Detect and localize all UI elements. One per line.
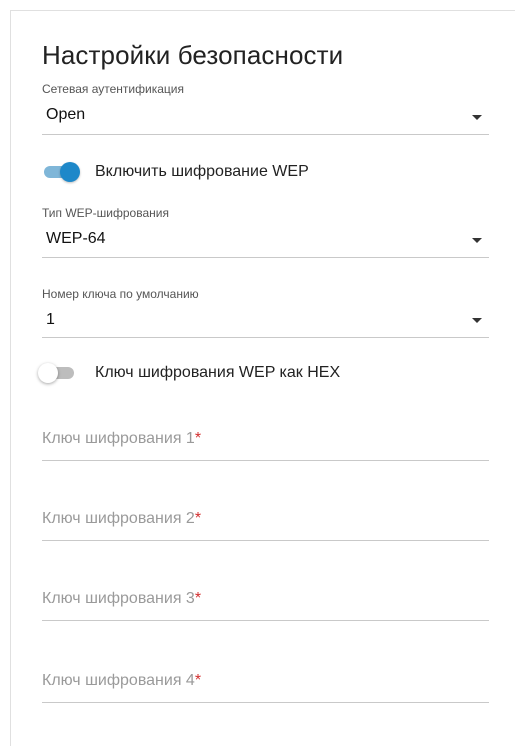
wep-hex-toggle[interactable]: Ключ шифрования WEP как HEX: [38, 361, 378, 385]
wep-type-value: WEP-64: [46, 230, 106, 247]
key-3-input[interactable]: Ключ шифрования 3*: [42, 590, 489, 620]
toggle-knob: [38, 363, 58, 383]
key-4-input[interactable]: Ключ шифрования 4*: [42, 672, 489, 702]
chevron-down-icon: [472, 238, 482, 243]
wep-hex-label: Ключ шифрования WEP как HEX: [95, 364, 341, 381]
required-mark: *: [194, 430, 202, 447]
default-key-underline: [42, 337, 489, 338]
chevron-down-icon: [472, 318, 482, 323]
auth-label: Сетевая аутентификация: [42, 82, 184, 96]
key-2-underline: [42, 540, 489, 541]
toggle-knob: [60, 162, 80, 182]
key-4-placeholder: Ключ шифрования 4: [42, 672, 195, 689]
required-mark: *: [194, 672, 202, 689]
key-2-placeholder: Ключ шифрования 2: [42, 510, 195, 527]
page-title: Настройки безопасности: [42, 40, 344, 70]
key-1-underline: [42, 460, 489, 461]
auth-select[interactable]: Сетевая аутентификация Open: [42, 82, 489, 136]
default-key-value: 1: [46, 311, 55, 328]
key-3-underline: [42, 620, 489, 621]
default-key-select[interactable]: Номер ключа по умолчанию 1: [42, 287, 489, 339]
wep-type-underline: [42, 257, 489, 258]
key-2-input[interactable]: Ключ шифрования 2*: [42, 510, 489, 540]
enable-wep-toggle[interactable]: Включить шифрование WEP: [42, 160, 342, 184]
wep-type-label: Тип WEP-шифрования: [42, 206, 169, 220]
wep-type-select[interactable]: Тип WEP-шифрования WEP-64: [42, 206, 489, 258]
enable-wep-label: Включить шифрование WEP: [95, 163, 309, 180]
auth-underline: [42, 134, 489, 135]
required-mark: *: [194, 510, 202, 527]
key-1-placeholder: Ключ шифрования 1: [42, 430, 195, 447]
chevron-down-icon: [472, 115, 482, 120]
auth-value: Open: [46, 106, 86, 123]
default-key-label: Номер ключа по умолчанию: [42, 287, 199, 301]
key-4-underline: [42, 702, 489, 703]
key-1-input[interactable]: Ключ шифрования 1*: [42, 430, 489, 460]
key-3-placeholder: Ключ шифрования 3: [42, 590, 195, 607]
required-mark: *: [194, 590, 202, 607]
